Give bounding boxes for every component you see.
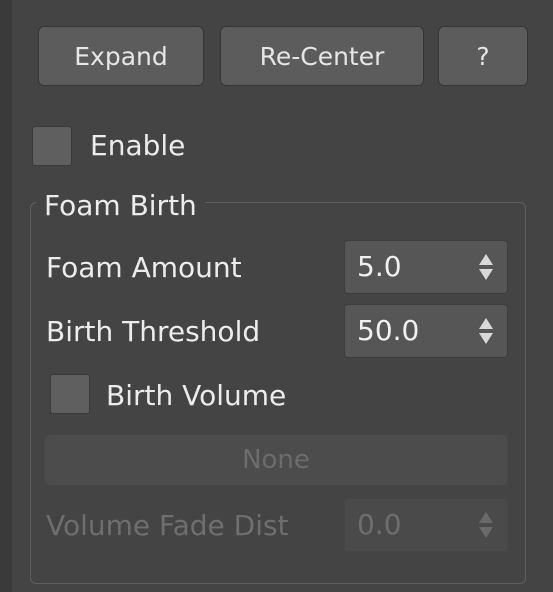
panel-edge xyxy=(0,0,12,592)
spinner-arrows-icon[interactable] xyxy=(479,512,493,538)
spinner-arrows-icon[interactable] xyxy=(479,254,493,280)
arrow-down-icon[interactable] xyxy=(479,269,493,280)
help-button[interactable]: ? xyxy=(438,26,528,86)
volume-picker-button[interactable]: None xyxy=(44,434,508,486)
birth-threshold-label: Birth Threshold xyxy=(46,315,261,348)
arrow-up-icon[interactable] xyxy=(479,254,493,265)
spinner-arrows-icon[interactable] xyxy=(479,318,493,344)
volume-fade-dist-value[interactable]: 0.0 xyxy=(357,499,402,551)
foam-amount-spinner[interactable]: 5.0 xyxy=(344,240,508,294)
foam-birth-title: Foam Birth xyxy=(36,186,205,226)
expand-button[interactable]: Expand xyxy=(38,26,204,86)
foam-amount-value[interactable]: 5.0 xyxy=(357,241,402,293)
enable-checkbox[interactable] xyxy=(32,126,72,166)
birth-volume-label: Birth Volume xyxy=(106,379,287,412)
foam-amount-label: Foam Amount xyxy=(46,251,242,284)
enable-label: Enable xyxy=(90,129,186,162)
birth-volume-checkbox[interactable] xyxy=(50,374,90,414)
foam-panel: Expand Re-Center ? Enable Foam Birth Foa… xyxy=(0,0,553,592)
arrow-up-icon[interactable] xyxy=(479,512,493,523)
birth-threshold-value[interactable]: 50.0 xyxy=(357,305,419,357)
arrow-down-icon[interactable] xyxy=(479,333,493,344)
volume-fade-dist-label: Volume Fade Dist xyxy=(46,509,289,542)
arrow-up-icon[interactable] xyxy=(479,318,493,329)
recenter-button[interactable]: Re-Center xyxy=(220,26,424,86)
arrow-down-icon[interactable] xyxy=(479,527,493,538)
birth-threshold-spinner[interactable]: 50.0 xyxy=(344,304,508,358)
volume-fade-dist-spinner[interactable]: 0.0 xyxy=(344,498,508,552)
